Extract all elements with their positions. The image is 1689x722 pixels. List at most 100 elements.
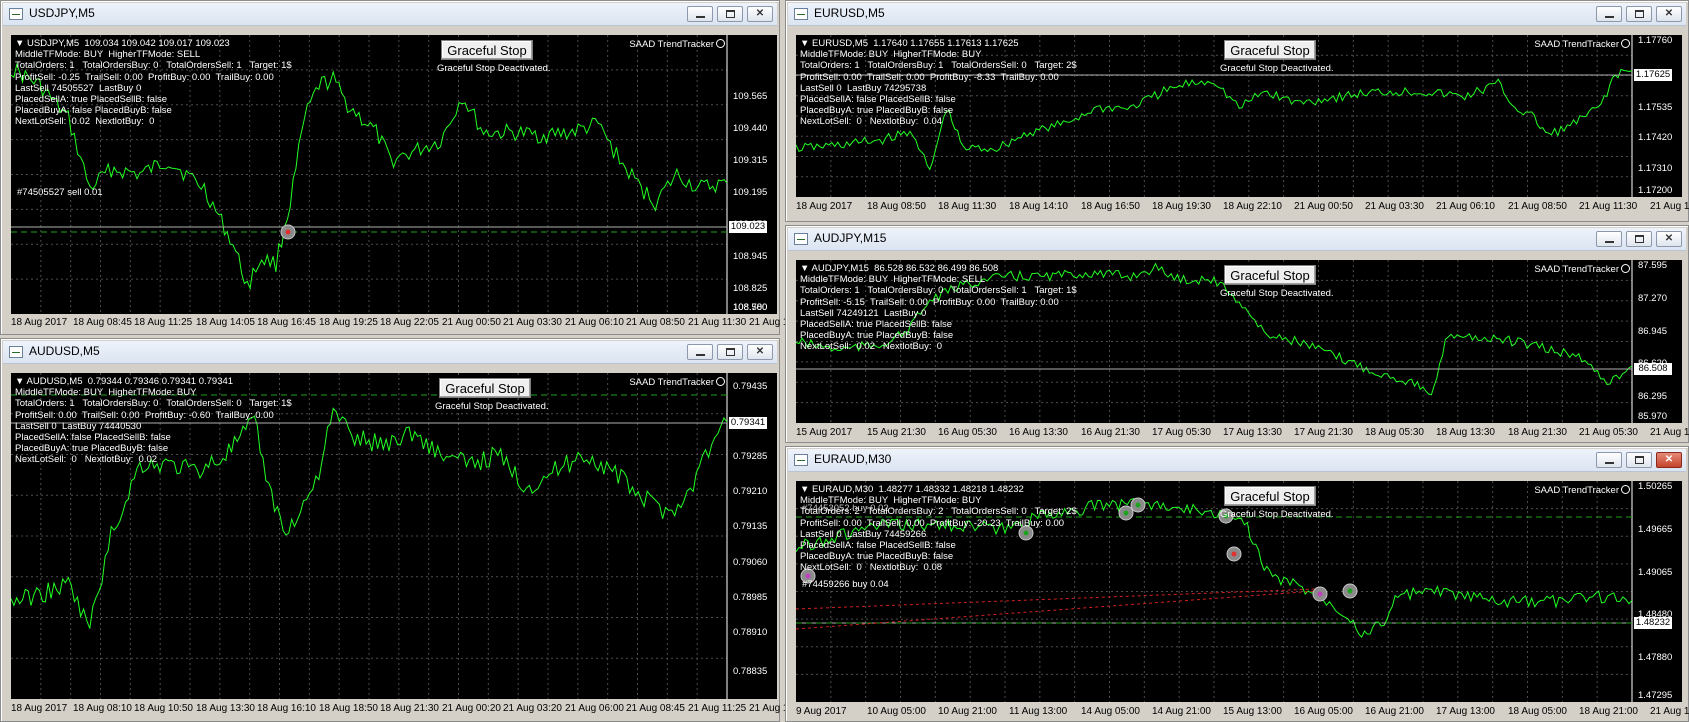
smiley-icon bbox=[1621, 264, 1630, 273]
time-tick-label: 21 Aug 03:30 bbox=[1365, 201, 1424, 212]
price-tick-label: 0.79135 bbox=[733, 521, 768, 532]
window-titlebar[interactable]: EURUSD,M5 ✕ bbox=[788, 3, 1686, 26]
price-tick-label: 1.49665 bbox=[1638, 524, 1673, 535]
maximize-button[interactable] bbox=[717, 6, 743, 22]
symbol-header[interactable]: ▼ AUDJPY,M15 86.528 86.532 86.499 86.508 bbox=[800, 263, 1077, 274]
minimize-button[interactable] bbox=[1596, 6, 1622, 22]
price-tick-label: 1.17310 bbox=[1638, 163, 1673, 174]
window-titlebar[interactable]: AUDUSD,M5 ✕ bbox=[3, 341, 777, 364]
graceful-stop-button[interactable]: Graceful Stop bbox=[441, 40, 533, 60]
price-chart[interactable]: ▼ EURAUD,M30 1.48277 1.48332 1.48218 1.4… bbox=[796, 481, 1682, 702]
window-titlebar[interactable]: AUDJPY,M15 ✕ bbox=[788, 228, 1686, 251]
ea-info-panel: ▼ AUDUSD,M5 0.79344 0.79346 0.79341 0.79… bbox=[15, 376, 292, 466]
maximize-button[interactable] bbox=[1626, 6, 1652, 22]
chart-window-icon bbox=[9, 346, 23, 358]
graceful-stop-button[interactable]: Graceful Stop bbox=[439, 378, 531, 398]
price-tick-label: 1.47880 bbox=[1638, 652, 1673, 663]
time-axis: 18 Aug 2017 18 Aug 08:45 18 Aug 11:25 18 Au… bbox=[11, 316, 808, 330]
maximize-button[interactable] bbox=[1626, 452, 1652, 468]
close-button[interactable]: ✕ bbox=[1656, 452, 1682, 468]
price-chart[interactable]: ▼ USDJPY,M5 109.034 109.042 109.017 109.… bbox=[11, 35, 777, 314]
close-button[interactable]: ✕ bbox=[747, 344, 773, 360]
ea-info-line: PlacedBuyA: false PlacedBuyB: false bbox=[15, 105, 172, 117]
brand-text: SAAD TrendTracker bbox=[1534, 39, 1619, 50]
time-tick-label: 18 Aug 08:50 bbox=[867, 201, 926, 212]
minimize-button[interactable] bbox=[1596, 452, 1622, 468]
price-tick-label: 1.17535 bbox=[1638, 102, 1673, 113]
price-axis: 1.177601.176501.175351.174201.173101.172… bbox=[1632, 35, 1678, 197]
maximize-button[interactable] bbox=[1626, 231, 1652, 247]
graceful-stop-status: Graceful Stop Deactivated. bbox=[1220, 288, 1334, 299]
time-tick-label: 21 Aug 03:20 bbox=[503, 703, 562, 714]
ea-info-line: MiddleTFMode: BUY HigherTFMode: BUY bbox=[800, 49, 982, 61]
time-axis: 18 Aug 2017 18 Aug 08:50 18 Aug 11:30 18 Au… bbox=[796, 200, 1689, 214]
order-label: #74505527 sell 0.01 bbox=[17, 187, 103, 198]
time-tick-label: 10 Aug 21:00 bbox=[938, 706, 997, 717]
close-button[interactable]: ✕ bbox=[1656, 6, 1682, 22]
price-tick-label: 87.270 bbox=[1638, 293, 1668, 304]
time-tick-label: 18 Aug 2017 bbox=[11, 703, 68, 714]
price-tick-label: 1.50265 bbox=[1638, 481, 1673, 492]
time-tick-label: 10 Aug 05:00 bbox=[867, 706, 926, 717]
price-tick-label: 0.78985 bbox=[733, 592, 768, 603]
price-tick-label: 109.315 bbox=[733, 155, 768, 166]
time-tick-label: 18 Aug 13:30 bbox=[1436, 427, 1495, 438]
ea-info-line: LastSell 0 LastBuy 74459266 bbox=[800, 528, 927, 540]
time-tick-label: 21 Aug 13:00 bbox=[1650, 706, 1689, 717]
time-tick-label: 18 Aug 2017 bbox=[11, 317, 68, 328]
chart-window-audjpy[interactable]: AUDJPY,M15 ✕ ▼ AUDJPY,M15 86.528 86.532 8… bbox=[785, 225, 1689, 443]
minimize-button[interactable] bbox=[687, 344, 713, 360]
maximize-button[interactable] bbox=[717, 344, 743, 360]
ea-info-panel: ▼ EURUSD,M5 1.17640 1.17655 1.17613 1.17… bbox=[800, 38, 1077, 128]
close-button[interactable]: ✕ bbox=[747, 6, 773, 22]
order-label: #74452052 buy 0.02 bbox=[802, 503, 889, 514]
symbol-header[interactable]: ▼ USDJPY,M5 109.034 109.042 109.017 109.… bbox=[15, 38, 292, 49]
price-tick-label: 1.17420 bbox=[1638, 132, 1673, 143]
price-chart[interactable]: ▼ EURUSD,M5 1.17640 1.17655 1.17613 1.17… bbox=[796, 35, 1682, 197]
chart-window-icon bbox=[794, 233, 808, 245]
symbol-header[interactable]: ▼ EURUSD,M5 1.17640 1.17655 1.17613 1.17… bbox=[800, 38, 1077, 49]
price-tick-label: 108.825 bbox=[733, 283, 768, 294]
graceful-stop-button[interactable]: Graceful Stop bbox=[1224, 265, 1316, 285]
ea-info-line: PlacedBuyA: true PlacedBuyB: false bbox=[15, 443, 169, 455]
graceful-stop-button[interactable]: Graceful Stop bbox=[1224, 40, 1316, 60]
price-tick-label: 109.565 bbox=[733, 91, 768, 102]
time-tick-label: 15 Aug 21:30 bbox=[867, 427, 926, 438]
graceful-stop-button[interactable]: Graceful Stop bbox=[1224, 486, 1316, 506]
price-tick-label: 1.17200 bbox=[1638, 185, 1673, 196]
chart-window-eurusd[interactable]: EURUSD,M5 ✕ ▼ EURUSD,M5 1.17640 1.17655 1… bbox=[785, 0, 1689, 222]
time-tick-label: 18 Aug 16:10 bbox=[257, 703, 316, 714]
time-tick-label: 9 Aug 2017 bbox=[796, 706, 847, 717]
symbol-header[interactable]: ▼ AUDUSD,M5 0.79344 0.79346 0.79341 0.79… bbox=[15, 376, 292, 387]
time-tick-label: 18 Aug 19:25 bbox=[319, 317, 378, 328]
price-tick-label: 87.595 bbox=[1638, 260, 1668, 271]
smiley-icon bbox=[716, 377, 725, 386]
current-price-label: 109.023 bbox=[729, 221, 767, 233]
minimize-button[interactable] bbox=[1596, 231, 1622, 247]
price-tick-label: 0.79285 bbox=[733, 451, 768, 462]
time-tick-label: 18 Aug 08:45 bbox=[73, 317, 132, 328]
ea-brand-label: SAAD TrendTracker bbox=[1534, 264, 1630, 275]
price-chart[interactable]: ▼ AUDJPY,M15 86.528 86.532 86.499 86.508… bbox=[796, 260, 1682, 423]
window-titlebar[interactable]: EURAUD,M30 ✕ bbox=[788, 449, 1686, 472]
ea-info-line: ProfitSell: 0.00 TrailSell: 0.00 ProfitB… bbox=[800, 71, 1059, 83]
time-tick-label: 21 Aug 00:50 bbox=[442, 317, 501, 328]
brand-text: SAAD TrendTracker bbox=[629, 39, 714, 50]
time-tick-label: 18 Aug 22:10 bbox=[1223, 201, 1282, 212]
close-button[interactable]: ✕ bbox=[1656, 231, 1682, 247]
chart-window-audusd[interactable]: AUDUSD,M5 ✕ ▼ AUDUSD,M5 0.79344 0.79346 0… bbox=[0, 338, 808, 722]
chart-window-euraud[interactable]: EURAUD,M30 ✕ ▼ EURAUD,M30 1.48277 1.48332… bbox=[785, 446, 1689, 722]
ea-info-line: NextLotSell: 0 NextlotBuy: 0.04 bbox=[800, 116, 943, 128]
ea-info-panel: ▼ USDJPY,M5 109.034 109.042 109.017 109.… bbox=[15, 38, 292, 128]
chart-window-icon bbox=[794, 8, 808, 20]
window-titlebar[interactable]: USDJPY,M5 ✕ bbox=[3, 3, 777, 26]
time-tick-label: 18 Aug 08:10 bbox=[73, 703, 132, 714]
minimize-button[interactable] bbox=[687, 6, 713, 22]
chart-window-usdjpy[interactable]: USDJPY,M5 ✕ ▼ USDJPY,M5 109.034 109.042 1… bbox=[0, 0, 808, 335]
time-tick-label: 21 Aug 11:30 bbox=[1579, 201, 1638, 212]
price-chart[interactable]: ▼ AUDUSD,M5 0.79344 0.79346 0.79341 0.79… bbox=[11, 373, 777, 699]
symbol-header[interactable]: ▼ EURAUD,M30 1.48277 1.48332 1.48218 1.4… bbox=[800, 484, 1077, 495]
brand-text: SAAD TrendTracker bbox=[1534, 485, 1619, 496]
ea-info-line: PlacedSellA: false PlacedSellB: false bbox=[800, 539, 956, 551]
price-axis: 109.565109.440109.315109.195109.070108.9… bbox=[727, 35, 773, 314]
